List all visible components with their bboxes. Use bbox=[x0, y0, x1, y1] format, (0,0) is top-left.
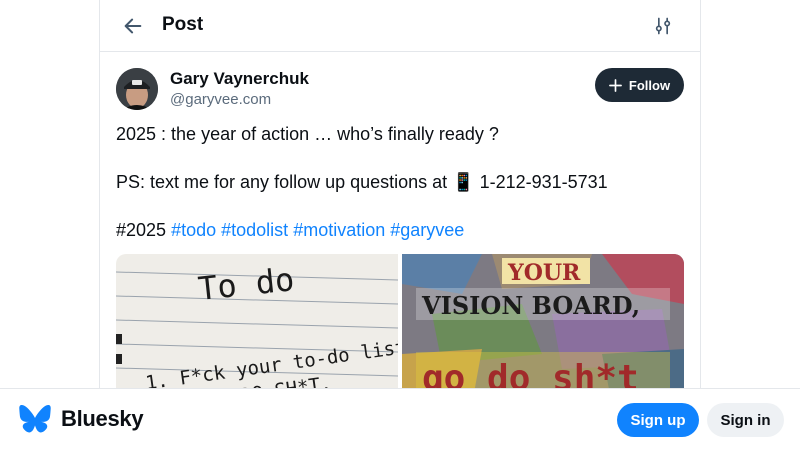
avatar-image bbox=[116, 68, 158, 110]
follow-label: Follow bbox=[628, 77, 671, 93]
back-button[interactable] bbox=[120, 13, 146, 39]
post-hashtag-line: #2025 #todo #todolist #motivation #garyv… bbox=[116, 218, 686, 242]
post-header: Post bbox=[100, 0, 700, 52]
hashtag-link[interactable]: #todo bbox=[171, 220, 216, 240]
signin-button[interactable]: Sign in bbox=[707, 403, 784, 437]
butterfly-logo-icon bbox=[19, 405, 51, 433]
brand-name: Bluesky bbox=[61, 406, 144, 431]
hashtag-link[interactable]: #garyvee bbox=[390, 220, 464, 240]
post-image-vision-board[interactable]: YOUR VISION BOARD, go do sh*t bbox=[402, 254, 684, 404]
follow-button[interactable]: Follow bbox=[595, 68, 684, 102]
signup-button[interactable]: Sign up bbox=[617, 403, 699, 437]
image-text: YOUR bbox=[507, 260, 581, 286]
author-avatar[interactable] bbox=[116, 68, 158, 110]
arrow-left-icon bbox=[124, 18, 142, 34]
author-handle[interactable]: @garyvee.com bbox=[170, 91, 271, 108]
hashtag-2025-text: #2025 bbox=[116, 220, 172, 240]
hashtag-link[interactable]: #motivation bbox=[293, 220, 385, 240]
post-image-todo[interactable]: To do 1. F*ck your to-do list. 2. Go DO … bbox=[116, 254, 398, 404]
sliders-icon bbox=[655, 17, 671, 35]
page-title: Post bbox=[162, 14, 204, 35]
signup-banner: Bluesky Sign up Sign in bbox=[0, 388, 800, 450]
hashtag-link[interactable]: #todolist bbox=[221, 220, 288, 240]
plus-icon bbox=[608, 78, 622, 92]
post-media-gallery: To do 1. F*ck your to-do list. 2. Go DO … bbox=[116, 254, 684, 404]
image-text: VISION BOARD, bbox=[421, 291, 640, 320]
post-body: 2025 : the year of action … who’s finall… bbox=[116, 122, 686, 242]
post-text-line: 2025 : the year of action … who’s finall… bbox=[116, 124, 499, 144]
bluesky-brand[interactable]: Bluesky bbox=[19, 405, 144, 433]
post-thread-column: Post Gary Vaynerchuk @garyvee.com Follow… bbox=[99, 0, 701, 450]
author-name[interactable]: Gary Vaynerchuk bbox=[170, 69, 309, 89]
post-text-line: PS: text me for any follow up questions … bbox=[116, 172, 608, 192]
thread-settings-button[interactable] bbox=[651, 14, 675, 38]
